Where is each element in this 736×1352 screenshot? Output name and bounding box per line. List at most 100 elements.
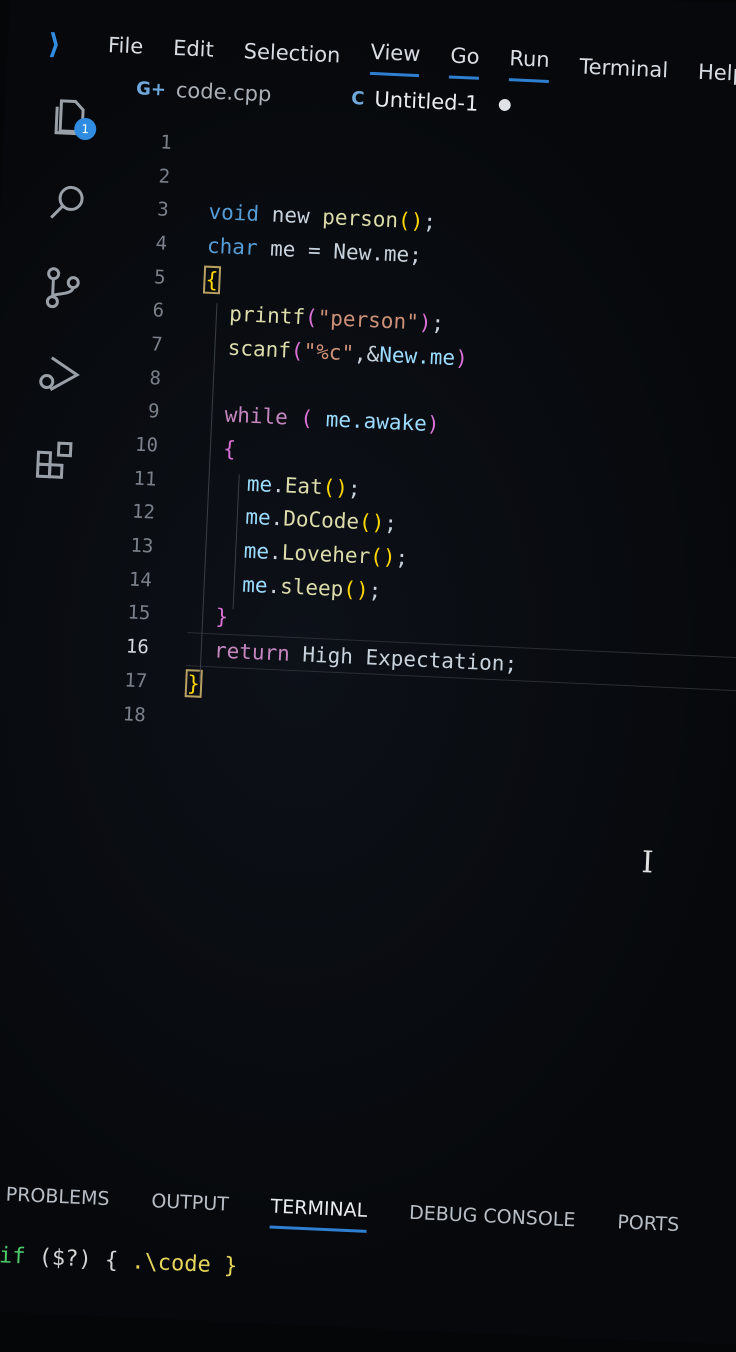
code-token: ; xyxy=(394,545,409,571)
code-text: } xyxy=(190,604,229,630)
code-editor[interactable]: 1 2 3 void new person(); 4 char me = New.me; 5… xyxy=(87,123,541,748)
line-number: 3 xyxy=(156,198,170,222)
code-token: ) xyxy=(418,310,432,336)
line-number: 9 xyxy=(147,400,160,423)
code-token: "person" xyxy=(317,306,420,335)
terminal-output[interactable]: if ($?) { .\code } xyxy=(0,1243,238,1279)
run-debug-icon xyxy=(39,356,80,391)
line-number: 10 xyxy=(134,433,159,457)
source-control-button[interactable] xyxy=(31,244,95,333)
code-text: { xyxy=(202,265,221,294)
line-number: 6 xyxy=(152,299,165,323)
extensions-button[interactable] xyxy=(23,416,87,505)
code-token: ) xyxy=(454,345,469,371)
code-token: ; xyxy=(383,511,398,536)
code-token: . xyxy=(267,573,281,599)
code-token: } xyxy=(184,669,203,698)
code-token: () xyxy=(397,208,424,234)
menu-terminal[interactable]: Terminal xyxy=(579,54,669,82)
code-token: me.awake xyxy=(325,407,428,437)
source-control-icon xyxy=(45,267,80,309)
tab-terminal[interactable]: TERMINAL xyxy=(269,1195,368,1233)
text-cursor-icon: I xyxy=(640,845,655,881)
code-token: person xyxy=(321,205,399,233)
line-number: 2 xyxy=(158,164,171,188)
code-token: () xyxy=(358,510,385,536)
code-token: ) xyxy=(426,412,440,437)
explorer-badge: 1 xyxy=(73,117,97,141)
menu-help[interactable]: Help xyxy=(698,60,736,86)
tab-debug-console[interactable]: DEBUG CONSOLE xyxy=(408,1202,576,1243)
terminal-keyword: if xyxy=(0,1243,27,1270)
search-button[interactable] xyxy=(35,158,99,247)
line-number: 11 xyxy=(133,467,157,491)
code-token: . xyxy=(271,472,286,498)
line-number: 13 xyxy=(129,534,154,558)
code-token: me xyxy=(243,538,270,564)
code-token: sleep xyxy=(279,574,344,601)
code-token: return xyxy=(213,638,291,666)
code-token: ; xyxy=(422,209,437,235)
code-token: me xyxy=(246,471,273,497)
code-token: } xyxy=(214,604,229,630)
line-number: 1 xyxy=(159,131,173,154)
code-token: ( xyxy=(304,305,319,331)
code-token: Eat xyxy=(284,473,324,499)
code-text: me.Eat(); xyxy=(196,469,361,500)
run-debug-button[interactable] xyxy=(27,330,91,419)
menu-edit[interactable]: Edit xyxy=(173,36,215,62)
vscode-logo-icon: ⟩ xyxy=(47,27,62,61)
code-token: char xyxy=(206,233,259,260)
tab-code-cpp[interactable]: G+ code.cpp xyxy=(135,76,272,107)
tab-output[interactable]: OUTPUT xyxy=(150,1190,229,1226)
code-token: { xyxy=(202,265,221,294)
tab-problems[interactable]: PROBLEMS xyxy=(5,1184,110,1222)
code-token: () xyxy=(342,576,370,603)
unsaved-dot-icon[interactable] xyxy=(498,98,511,112)
line-number: 16 xyxy=(125,635,150,659)
menu-run[interactable]: Run xyxy=(508,45,551,83)
tab-label: code.cpp xyxy=(175,78,272,107)
code-token: ; xyxy=(347,476,362,501)
line-number: 12 xyxy=(131,500,156,524)
code-token: me xyxy=(244,505,272,531)
menu-selection[interactable]: Selection xyxy=(243,39,341,67)
code-token: New.me xyxy=(378,342,456,370)
tab-ports[interactable]: PORTS xyxy=(616,1211,680,1247)
line-number: 7 xyxy=(150,333,164,356)
line-number: 15 xyxy=(126,601,151,625)
terminal-command: .\code } xyxy=(130,1249,238,1280)
cpp-file-icon: G+ xyxy=(135,77,167,101)
code-text: { xyxy=(197,435,237,462)
line-number: 4 xyxy=(155,232,168,255)
line-number: 8 xyxy=(149,366,162,390)
code-token: ; xyxy=(430,311,445,336)
code-token: new xyxy=(258,202,323,230)
code-token: printf xyxy=(228,302,306,330)
code-text: } xyxy=(184,669,203,698)
menu-file[interactable]: File xyxy=(108,33,144,59)
menu-view[interactable]: View xyxy=(369,39,421,77)
code-text: char me = New.me; xyxy=(207,234,423,268)
code-token: DoCode xyxy=(282,506,360,535)
code-token: while xyxy=(224,402,289,430)
activity-bar: 1 xyxy=(23,72,102,504)
vscode-window: ⟩ File Edit Selection View Go Run Termin… xyxy=(0,0,736,1346)
code-token: . xyxy=(268,539,283,565)
code-token: "%c" xyxy=(303,339,355,366)
code-token: Loveher xyxy=(281,540,371,569)
code-token: scanf xyxy=(227,335,292,363)
line-number: 17 xyxy=(123,669,148,693)
line-number: 5 xyxy=(153,265,167,289)
explorer-button[interactable]: 1 xyxy=(39,72,103,161)
code-token: ,& xyxy=(353,341,380,367)
code-text: void new person(); xyxy=(208,200,436,234)
c-file-icon: C xyxy=(350,87,365,110)
line-number: 18 xyxy=(122,702,147,726)
code-token: void xyxy=(208,199,260,227)
menu-go[interactable]: Go xyxy=(449,43,481,80)
panel-tabs: PROBLEMS OUTPUT TERMINAL DEBUG CONSOLE P… xyxy=(5,1184,680,1248)
code-token: () xyxy=(322,474,349,500)
code-token: me xyxy=(241,572,269,598)
